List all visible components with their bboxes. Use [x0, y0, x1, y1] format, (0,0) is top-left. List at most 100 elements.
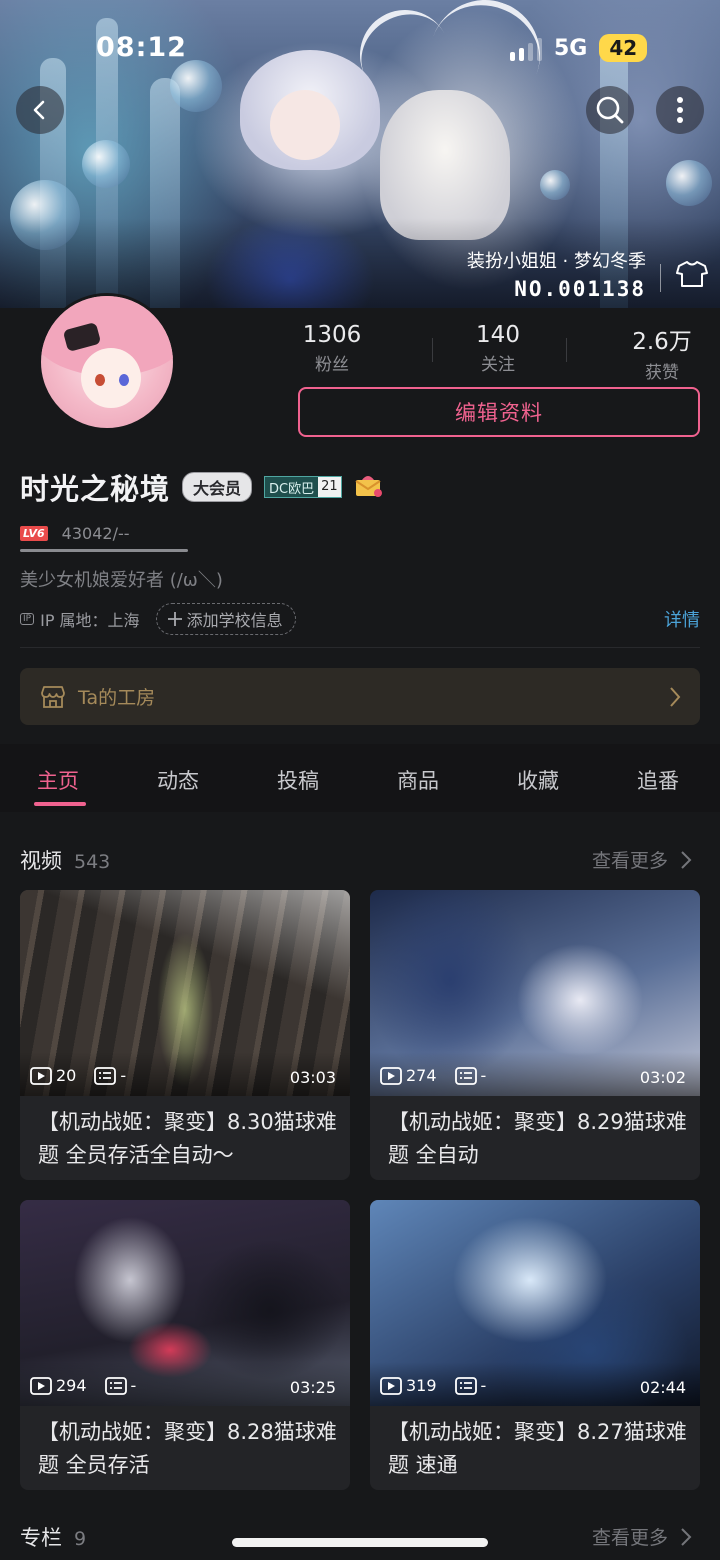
banner-art — [540, 170, 570, 200]
followers-stat[interactable]: 1306 粉丝 — [296, 322, 368, 375]
play-count: 294 — [56, 1376, 87, 1395]
ip-row: IP IP 属地：上海 添加学校信息 — [20, 603, 296, 635]
dc-number: 21 — [318, 477, 341, 497]
video-meta: 319 - — [380, 1376, 486, 1395]
play-count: 274 — [406, 1066, 437, 1085]
video-card[interactable]: 319 - 02:44 【机动战姬：聚变】8.27猫球难题 速通 — [370, 1200, 700, 1490]
ip-icon: IP — [20, 613, 35, 625]
video-title: 【机动战姬：聚变】8.29猫球难题 全自动 — [388, 1110, 687, 1167]
video-title: 【机动战姬：聚变】8.28猫球难题 全员存活 — [38, 1420, 337, 1477]
vip-badge[interactable]: 大会员 — [182, 472, 253, 502]
following-stat[interactable]: 140 关注 — [462, 322, 534, 375]
videos-see-more[interactable]: 查看更多 — [592, 846, 692, 873]
tshirt-icon — [676, 261, 708, 287]
video-meta: 274 - — [380, 1066, 486, 1085]
add-school-button[interactable]: 添加学校信息 — [155, 603, 296, 635]
costume-button[interactable] — [676, 260, 708, 292]
dc-label: DC欧巴 — [269, 481, 315, 497]
video-duration: 03:03 — [289, 1068, 336, 1087]
stat-label: 获赞 — [645, 363, 679, 383]
costume-divider — [660, 264, 661, 292]
tab-products[interactable]: 商品 — [397, 765, 439, 795]
banner-art — [270, 90, 340, 160]
status-indicators: 5G 42 — [510, 34, 648, 62]
status-time: 08:12 — [96, 32, 187, 63]
level-row: LV6 43042/-- — [20, 524, 130, 543]
see-more-label: 查看更多 — [591, 1527, 668, 1549]
danmaku-count: - — [480, 1376, 487, 1395]
envelope-icon[interactable] — [354, 472, 384, 502]
exp-text: 43042/-- — [61, 524, 130, 543]
costume-number: NO.001138 — [514, 277, 646, 301]
level-badge[interactable]: LV6 — [20, 526, 48, 541]
video-title: 【机动战姬：聚变】8.27猫球难题 速通 — [388, 1420, 687, 1477]
active-tab-indicator — [34, 802, 86, 806]
video-title: 【机动战姬：聚变】8.30猫球难题 全员存活全自动～ — [38, 1110, 337, 1167]
danmaku-icon — [104, 1376, 127, 1395]
tab-anime[interactable]: 追番 — [637, 765, 679, 795]
signal-icon — [510, 35, 542, 61]
play-count: 20 — [56, 1066, 77, 1085]
stat-value: 1306 — [302, 322, 362, 348]
search-button[interactable] — [586, 86, 634, 134]
costume-name: 装扮小姐姐 · 梦幻冬季 — [466, 251, 646, 272]
profile-stats: 1306 粉丝 140 关注 2.6万 获赞 — [290, 322, 700, 383]
video-card[interactable]: 20 - 03:03 【机动战姬：聚变】8.30猫球难题 全员存活全自动～ — [20, 890, 350, 1180]
home-indicator[interactable] — [232, 1538, 488, 1547]
likes-stat[interactable]: 2.6万 获赞 — [624, 322, 700, 383]
more-vertical-icon — [677, 97, 683, 123]
user-signature[interactable]: 美少女机娘爱好者 (/ω＼) — [20, 566, 223, 592]
workshop-entry[interactable]: Ta的工房 — [20, 668, 700, 725]
section-title: 专栏 — [20, 1526, 62, 1550]
more-button[interactable] — [656, 86, 704, 134]
video-meta: 20 - — [30, 1066, 126, 1085]
tab-submissions[interactable]: 投稿 — [277, 765, 319, 795]
column-header: 专栏 9 — [20, 1522, 86, 1552]
danmaku-icon — [454, 1376, 477, 1395]
section-title: 视频 — [20, 849, 62, 873]
danmaku-icon — [94, 1066, 117, 1085]
exp-progress-bar — [20, 549, 188, 552]
column-see-more[interactable]: 查看更多 — [592, 1523, 692, 1550]
stat-divider — [432, 338, 433, 362]
stat-value: 140 — [476, 322, 520, 348]
dc-badge[interactable]: DC欧巴 21 — [264, 476, 342, 498]
avatar[interactable] — [38, 293, 176, 431]
tab-dynamics[interactable]: 动态 — [157, 765, 199, 795]
section-count: 9 — [74, 1528, 87, 1550]
workshop-label: Ta的工房 — [78, 687, 156, 709]
name-row: 时光之秘境 大会员 DC欧巴 21 — [20, 466, 384, 508]
shop-icon — [41, 685, 65, 708]
videos-header: 视频 543 — [20, 845, 110, 875]
battery-level: 42 — [599, 34, 648, 62]
play-count-icon — [30, 1066, 52, 1085]
video-duration: 02:44 — [639, 1378, 686, 1397]
video-card[interactable]: 294 - 03:25 【机动战姬：聚变】8.28猫球难题 全员存活 — [20, 1200, 350, 1490]
tab-favorites[interactable]: 收藏 — [517, 765, 559, 795]
ip-location: IP 属地：上海 — [40, 611, 140, 630]
section-count: 543 — [74, 851, 111, 873]
edit-profile-button[interactable]: 编辑资料 — [298, 387, 700, 437]
stat-divider — [566, 338, 567, 362]
tab-home[interactable]: 主页 — [37, 765, 79, 795]
network-type: 5G — [554, 35, 588, 61]
plus-icon — [167, 612, 182, 626]
play-count-icon — [380, 1376, 402, 1395]
banner-art — [666, 160, 712, 206]
chevron-right-icon — [681, 1527, 692, 1546]
details-link[interactable]: 详情 — [664, 606, 700, 632]
costume-info[interactable]: 装扮小姐姐 · 梦幻冬季 NO.001138 — [467, 247, 646, 301]
banner-art — [170, 60, 222, 112]
video-card[interactable]: 274 - 03:02 【机动战姬：聚变】8.29猫球难题 全自动 — [370, 890, 700, 1180]
search-icon — [596, 96, 624, 124]
back-button[interactable] — [16, 86, 64, 134]
user-name: 时光之秘境 — [20, 472, 171, 506]
stat-label: 关注 — [481, 355, 515, 375]
play-count-icon — [380, 1066, 402, 1085]
play-count: 319 — [406, 1376, 437, 1395]
chevron-right-icon — [670, 687, 681, 707]
video-meta: 294 - — [30, 1376, 136, 1395]
video-duration: 03:02 — [639, 1068, 686, 1087]
danmaku-count: - — [130, 1376, 137, 1395]
play-count-icon — [30, 1376, 52, 1395]
